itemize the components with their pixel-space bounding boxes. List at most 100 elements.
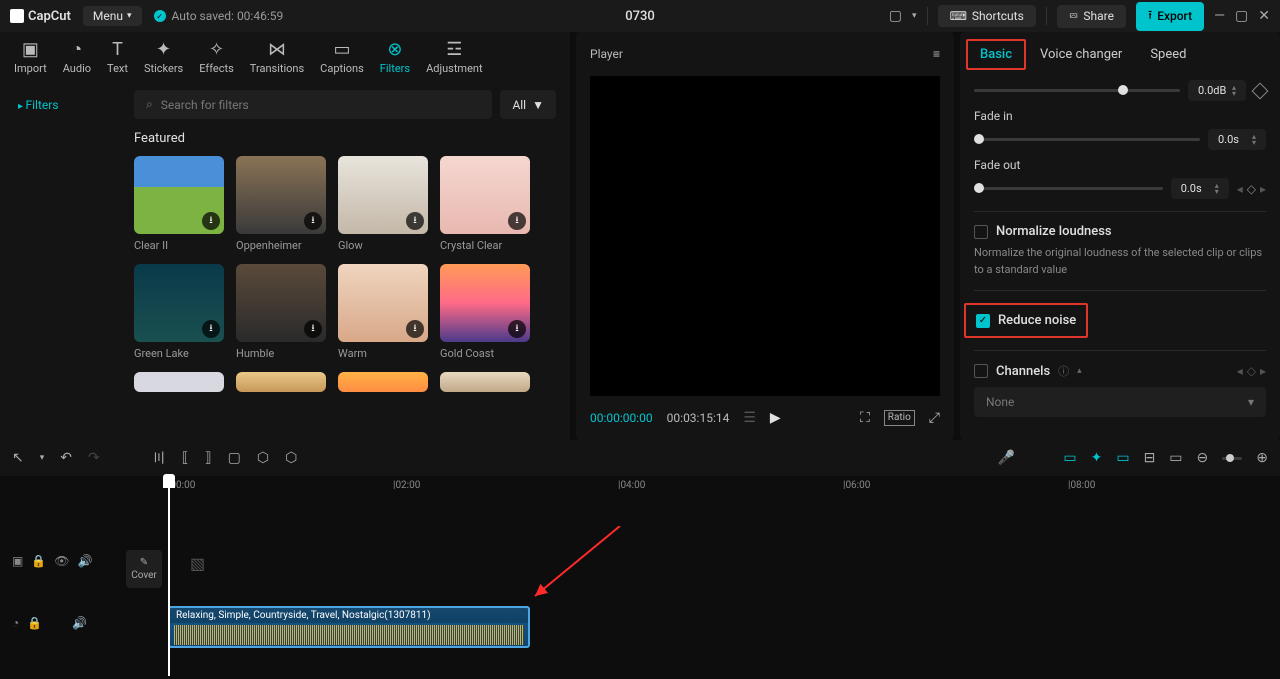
tab-audio[interactable]: ◔Audio [55, 40, 99, 75]
audio-clip[interactable]: Relaxing, Simple, Countryside, Travel, N… [168, 606, 530, 648]
tab-adjustment[interactable]: ☲Adjustment [418, 40, 491, 75]
normalize-checkbox[interactable] [974, 225, 988, 239]
tool-dropdown-icon[interactable]: ▾ [40, 453, 45, 463]
download-icon[interactable]: ⭳ [406, 212, 424, 230]
volume-value[interactable]: 0.0dB▴▾ [1188, 80, 1246, 101]
track-toggle-icon[interactable]: ▣ [12, 554, 23, 568]
filter-thumb[interactable]: ⭳Oppenheimer [236, 156, 326, 252]
channels-select[interactable]: None▾ [974, 387, 1266, 417]
tab-speed[interactable]: Speed [1136, 39, 1200, 70]
minimize-icon[interactable]: — [1214, 8, 1225, 24]
fade-in-slider[interactable] [974, 138, 1200, 141]
normalize-desc: Normalize the original loudness of the s… [974, 245, 1266, 278]
lock-icon[interactable]: 🔒 [27, 616, 42, 630]
tab-effects[interactable]: ✧Effects [191, 40, 242, 75]
redo-icon[interactable]: ↷ [88, 450, 100, 466]
tab-import[interactable]: ▣Import [6, 40, 55, 75]
export-button[interactable]: ⭱ Export [1136, 2, 1204, 31]
filter-thumb[interactable]: ⭳Crystal Clear [440, 156, 530, 252]
filter-thumb[interactable] [440, 372, 530, 392]
filter-thumb[interactable] [236, 372, 326, 392]
delete-icon[interactable]: ▢ [228, 450, 241, 466]
time-total: 00:03:15:14 [667, 411, 730, 425]
ratio-button[interactable]: Ratio [884, 410, 915, 426]
tab-text[interactable]: TText [99, 40, 136, 75]
track-toggle-icon[interactable]: ◔ [12, 616, 19, 630]
edit-icon: ✎ [140, 557, 148, 568]
keyframe-nav[interactable]: ◂◇▸ [1237, 364, 1266, 378]
mute-icon[interactable]: 🔊 [78, 554, 93, 568]
timeline-ruler[interactable]: |00:00 |02:00 |04:00 |06:00 |08:00 [168, 476, 1280, 498]
filter-thumb[interactable]: ⭳Gold Coast [440, 264, 530, 360]
fade-in-label: Fade in [974, 109, 1266, 123]
cc-icon[interactable]: ▭ [1169, 450, 1182, 466]
layout-icon[interactable]: ▢ [889, 8, 902, 24]
filter-thumb[interactable]: ⭳Warm [338, 264, 428, 360]
waveform [174, 625, 524, 645]
share-button[interactable]: ⮹ Share [1057, 5, 1126, 28]
fullscreen-icon[interactable]: ⤢ [929, 410, 940, 426]
tab-filters[interactable]: ⊗Filters [372, 40, 418, 75]
shortcuts-button[interactable]: ⌨ Shortcuts [938, 5, 1036, 27]
eye-icon[interactable]: 👁 [54, 554, 69, 568]
filter-thumb[interactable] [338, 372, 428, 392]
zoom-in-icon[interactable]: ⊕ [1256, 450, 1268, 466]
fade-in-value[interactable]: 0.0s▴▾ [1208, 129, 1266, 150]
tab-basic[interactable]: Basic [966, 39, 1026, 70]
mic-icon[interactable]: 🎤 [998, 450, 1015, 466]
info-icon[interactable]: ⓘ [1058, 363, 1069, 379]
download-icon[interactable]: ⭳ [304, 320, 322, 338]
reset-icon[interactable] [1252, 82, 1269, 99]
player-viewport[interactable] [590, 76, 940, 396]
menu-button[interactable]: Menu▾ [83, 6, 142, 26]
marker-icon[interactable]: ⬡ [285, 450, 297, 466]
download-icon[interactable]: ⭳ [202, 212, 220, 230]
maximize-icon[interactable]: ▢ [1235, 8, 1248, 24]
download-icon[interactable]: ⭳ [508, 320, 526, 338]
preview-axis-icon[interactable]: ▭ [1116, 450, 1129, 466]
linkage-icon[interactable]: ✦ [1091, 450, 1103, 466]
fade-out-value[interactable]: 0.0s▴▾ [1171, 178, 1229, 199]
search-input[interactable]: ⌕ Search for filters [134, 90, 492, 119]
trim-right-icon[interactable]: ⟧ [205, 450, 212, 466]
filter-thumb[interactable] [134, 372, 224, 392]
player-menu-icon[interactable]: ≡ [933, 47, 940, 61]
all-filter-button[interactable]: All ▼ [500, 90, 556, 119]
playhead[interactable] [168, 476, 170, 676]
filter-thumb[interactable]: ⭳Humble [236, 264, 326, 360]
tab-stickers[interactable]: ✦Stickers [136, 40, 191, 75]
volume-slider[interactable] [974, 89, 1180, 92]
split-icon[interactable]: 〣 [152, 448, 166, 468]
scale-icon[interactable]: ⛶ [860, 410, 870, 426]
sidebar-item-filters[interactable]: Filters [8, 92, 112, 118]
pointer-tool-icon[interactable]: ↖ [12, 450, 24, 466]
download-icon[interactable]: ⭳ [304, 212, 322, 230]
tab-transitions[interactable]: ⋈Transitions [242, 40, 312, 75]
magnet-icon[interactable]: ▭ [1063, 450, 1076, 466]
channels-checkbox[interactable] [974, 364, 988, 378]
reduce-noise-row[interactable]: ✓ Reduce noise [964, 303, 1088, 338]
filter-thumb[interactable]: ⭳Green Lake [134, 264, 224, 360]
tab-voice-changer[interactable]: Voice changer [1026, 39, 1136, 70]
align-icon[interactable]: ⊟ [1144, 450, 1156, 466]
cover-button[interactable]: ✎ Cover [126, 550, 162, 588]
close-icon[interactable]: ✕ [1258, 8, 1270, 24]
download-icon[interactable]: ⭳ [508, 212, 526, 230]
tab-captions[interactable]: ▭Captions [312, 40, 372, 75]
compare-icon[interactable]: ☰ [743, 410, 756, 426]
zoom-out-icon[interactable]: ⊖ [1197, 450, 1209, 466]
fade-out-slider[interactable] [974, 187, 1163, 190]
filter-thumb[interactable]: ⭳Glow [338, 156, 428, 252]
reduce-noise-checkbox[interactable]: ✓ [976, 314, 990, 328]
video-track-slot[interactable]: ▧ [190, 554, 205, 573]
trim-left-icon[interactable]: ⟦ [182, 450, 189, 466]
filter-thumb[interactable]: ⭳Clear II [134, 156, 224, 252]
keyframe-nav[interactable]: ◂◇▸ [1237, 182, 1266, 196]
shield-icon[interactable]: ⬡ [257, 450, 269, 466]
mute-icon[interactable]: 🔊 [72, 616, 87, 630]
undo-icon[interactable]: ↶ [60, 450, 72, 466]
lock-icon[interactable]: 🔒 [31, 554, 46, 568]
play-icon[interactable]: ▶ [770, 410, 781, 426]
download-icon[interactable]: ⭳ [406, 320, 424, 338]
download-icon[interactable]: ⭳ [202, 320, 220, 338]
